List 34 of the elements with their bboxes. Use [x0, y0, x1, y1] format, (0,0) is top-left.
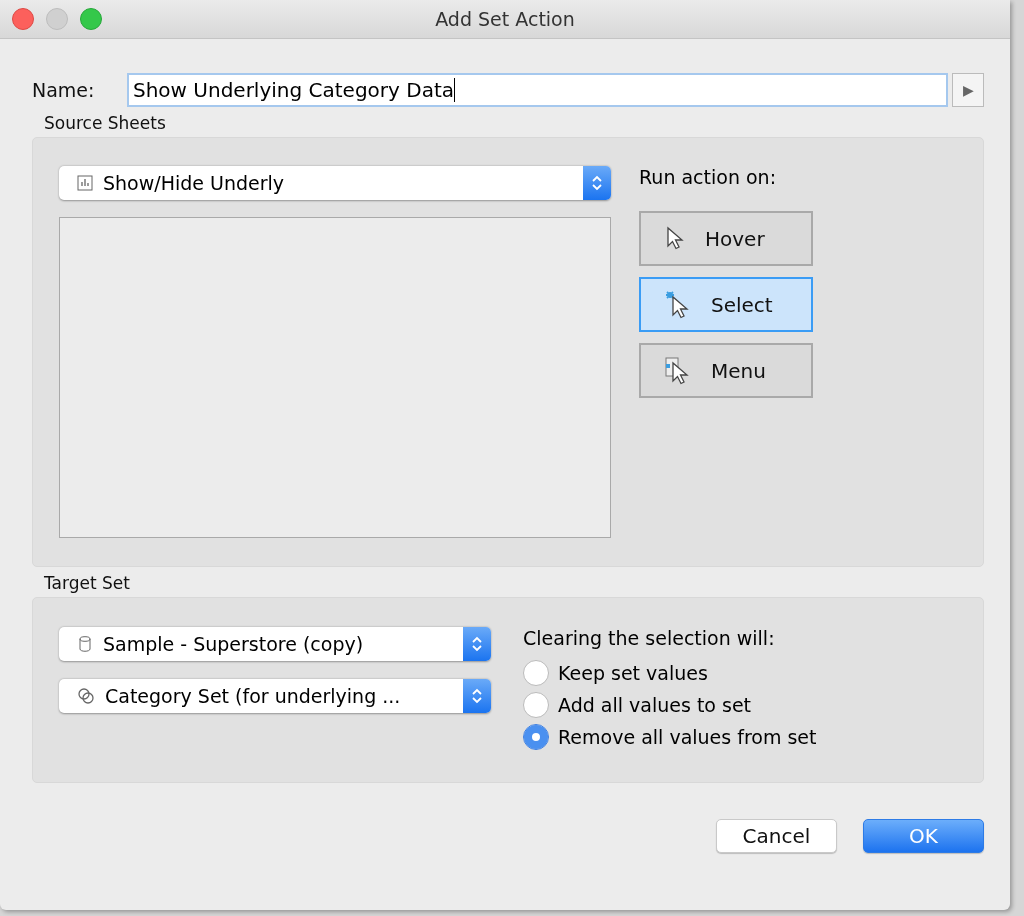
clearing-label: Clearing the selection will:	[523, 627, 776, 649]
stepper-icon	[463, 627, 491, 661]
run-action-button[interactable]: Menu	[639, 343, 813, 398]
stepper-icon	[463, 679, 491, 713]
cursor-click-icon	[665, 290, 691, 319]
radio-label[interactable]: Add all values to set	[558, 694, 752, 716]
section-heading: Source Sheets	[44, 113, 167, 133]
name-field[interactable]: Show Underlying Category Data	[127, 73, 948, 107]
radio-button[interactable]	[523, 692, 549, 718]
overlapping-circles-icon	[77, 687, 95, 705]
bar-chart-icon	[77, 174, 93, 191]
zoom-button[interactable]	[80, 8, 102, 30]
radio-button[interactable]	[523, 724, 549, 750]
menu-cursor-icon	[665, 356, 691, 385]
stepper-icon	[583, 166, 611, 200]
section-heading: Target Set	[44, 573, 131, 593]
cylinder-icon	[77, 635, 93, 653]
name-menu-button[interactable]: ▶	[952, 73, 984, 107]
cursor-icon	[665, 225, 685, 252]
name-label: Name:	[32, 79, 96, 101]
sheet-list[interactable]	[59, 216, 611, 538]
sheet-dropdown[interactable]: Show/Hide Underly	[59, 166, 611, 200]
run-action-button[interactable]: Hover	[639, 211, 813, 266]
run-action-label: Run action on:	[639, 166, 778, 188]
cancel-button[interactable]: Cancel	[716, 819, 837, 853]
run-action-button[interactable]: Select	[639, 277, 813, 332]
close-button[interactable]	[12, 8, 34, 30]
window-title: Add Set Action	[435, 8, 575, 30]
radio-label[interactable]: Remove all values from set	[558, 726, 817, 748]
set-dropdown[interactable]: Category Set (for underlying ...	[59, 679, 491, 713]
set-dropdown[interactable]: Sample - Superstore (copy)	[59, 627, 491, 661]
radio-button[interactable]	[523, 660, 549, 686]
minimize-button[interactable]	[46, 8, 68, 30]
radio-label[interactable]: Keep set values	[558, 662, 708, 684]
